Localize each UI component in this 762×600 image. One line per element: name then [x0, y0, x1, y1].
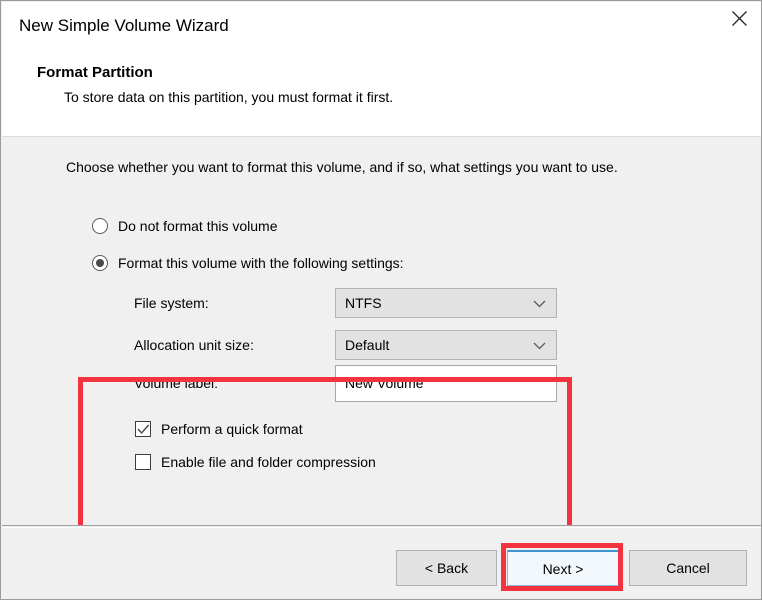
checkbox-perform-quick-format[interactable]: Perform a quick format — [135, 421, 303, 437]
checkbox-perform-quick-format-label: Perform a quick format — [161, 421, 303, 437]
checkbox-enable-compression[interactable]: Enable file and folder compression — [135, 454, 376, 470]
next-button[interactable]: Next > — [507, 550, 619, 586]
allocation-unit-size-label: Allocation unit size: — [134, 337, 254, 353]
volume-label-value: New Volume — [345, 375, 424, 391]
close-button[interactable] — [716, 2, 761, 34]
dialog-footer: < Back Next > Cancel — [2, 525, 761, 599]
page-title: Format Partition — [37, 64, 153, 81]
back-button[interactable]: < Back — [396, 550, 497, 586]
chevron-down-icon — [533, 342, 546, 350]
dialog-body: Choose whether you want to format this v… — [2, 137, 761, 553]
checkbox-enable-compression-label: Enable file and folder compression — [161, 454, 376, 470]
window-title: New Simple Volume Wizard — [19, 16, 229, 35]
field-row-file-system: File system: NTFS — [134, 288, 557, 318]
field-row-allocation-unit-size: Allocation unit size: Default — [134, 330, 557, 360]
radio-mark-selected-icon — [92, 255, 108, 271]
page-subtitle: To store data on this partition, you mus… — [64, 89, 394, 105]
allocation-unit-size-dropdown[interactable]: Default — [335, 330, 557, 360]
radio-format-with-settings-label: Format this volume with the following se… — [118, 255, 404, 271]
allocation-unit-size-value: Default — [345, 337, 390, 353]
radio-mark-unselected-icon — [92, 218, 108, 234]
radio-format-with-settings[interactable]: Format this volume with the following se… — [92, 255, 404, 271]
volume-label-label: Volume label: — [134, 375, 219, 391]
radio-do-not-format-label: Do not format this volume — [118, 218, 278, 234]
title-bar: New Simple Volume Wizard Format Partitio… — [2, 2, 761, 137]
new-simple-volume-wizard-dialog: New Simple Volume Wizard Format Partitio… — [0, 0, 762, 600]
field-row-volume-label: Volume label: New Volume — [134, 364, 557, 402]
checkbox-unchecked-icon — [135, 454, 151, 470]
volume-label-input[interactable]: New Volume — [335, 364, 557, 402]
cancel-button[interactable]: Cancel — [629, 550, 747, 586]
file-system-value: NTFS — [345, 295, 382, 311]
close-icon — [731, 10, 748, 27]
checkmark-icon — [135, 421, 151, 437]
file-system-dropdown[interactable]: NTFS — [335, 288, 557, 318]
instruction-text: Choose whether you want to format this v… — [66, 159, 618, 175]
file-system-label: File system: — [134, 295, 209, 311]
radio-do-not-format[interactable]: Do not format this volume — [92, 218, 278, 234]
chevron-down-icon — [533, 300, 546, 308]
